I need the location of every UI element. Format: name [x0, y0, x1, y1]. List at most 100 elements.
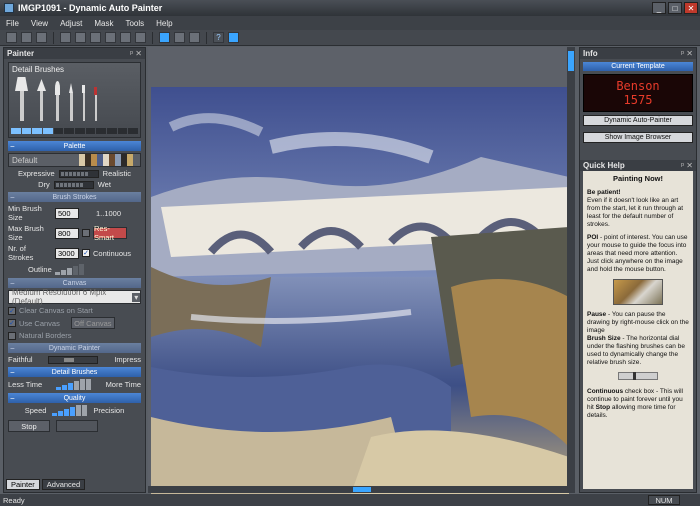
disabled-button[interactable] — [56, 420, 98, 432]
quick-help-heading: Painting Now! — [613, 174, 663, 183]
brush-icon — [55, 81, 60, 121]
copy-icon[interactable] — [60, 32, 71, 43]
dry-label: Dry — [38, 180, 50, 189]
canvas-section-title: Canvas — [62, 279, 87, 287]
quality-section-header[interactable]: − Quality — [8, 393, 141, 403]
template-name: Benson — [616, 79, 660, 93]
dynamic-auto-painter-button[interactable]: Dynamic Auto-Painter — [583, 115, 693, 126]
strokes-row: Nr. of Strokes 3000 ✓ Continuous — [8, 244, 141, 262]
dry-row: Dry Wet — [8, 180, 141, 189]
canvas-area[interactable] — [148, 47, 574, 494]
help-icon[interactable]: ? — [213, 32, 224, 43]
wetness-slider[interactable] — [53, 180, 94, 189]
impress-label: Impress — [114, 355, 141, 364]
painter-tabs: Painter Advanced — [6, 479, 86, 490]
horizontal-scrollbar[interactable] — [148, 486, 568, 493]
off-canvas-button[interactable]: Off Canvas — [70, 317, 115, 329]
menu-adjust[interactable]: Adjust — [60, 19, 82, 28]
num-lock-indicator: NUM — [648, 495, 680, 505]
speed-label: Speed — [24, 406, 47, 415]
maximize-button[interactable]: □ — [668, 2, 682, 14]
close-button[interactable]: ✕ — [684, 2, 698, 14]
natural-borders-row: Natural Borders — [8, 331, 141, 340]
tab-painter[interactable]: Painter — [6, 479, 40, 490]
dynamic-painter-section-title: Dynamic Painter — [48, 344, 101, 352]
canvas-section-header[interactable]: − Canvas — [8, 278, 141, 288]
show-image-browser-button[interactable]: Show Image Browser — [583, 132, 693, 143]
zoom-in-icon[interactable] — [105, 32, 116, 43]
canvas-resolution-select[interactable]: Medium Resolution 6 Mpix (Default) ▾ — [8, 288, 141, 306]
quality-section-title: Quality — [63, 394, 86, 402]
brush-set-box[interactable]: Detail Brushes — [8, 62, 141, 138]
open-icon[interactable] — [21, 32, 32, 43]
min-brush-label: Min Brush Size — [8, 204, 42, 222]
tab-advanced[interactable]: Advanced — [41, 479, 86, 490]
brush-strokes-section-header[interactable]: − Brush Strokes — [8, 192, 141, 202]
status-text: Ready — [3, 495, 25, 505]
natural-borders-checkbox[interactable] — [8, 331, 16, 340]
detail-brushes-section-title: Detail Brushes — [51, 368, 98, 376]
title-bar: IMGP1091 - Dynamic Auto Painter _ □ ✕ — [0, 0, 700, 16]
dynamic-painter-section-header[interactable]: − Dynamic Painter — [8, 343, 141, 353]
help-text: Even if it doesn't look like an art from… — [587, 197, 684, 228]
current-template-label: Current Template — [583, 62, 693, 71]
time-level[interactable] — [56, 379, 92, 390]
continuous-checkbox[interactable]: ✓ — [82, 249, 90, 257]
crop-icon[interactable] — [90, 32, 101, 43]
more-time-label: More Time — [105, 380, 141, 389]
pin-icon[interactable]: ᵖ ✕ — [130, 49, 142, 58]
scroll-thumb[interactable] — [353, 487, 371, 492]
help-bold: Brush Size — [587, 335, 621, 342]
expressive-slider[interactable] — [58, 169, 99, 178]
min-brush-row: Min Brush Size 500 1..1000 — [8, 204, 141, 222]
painting-canvas[interactable] — [151, 87, 569, 494]
clear-canvas-checkbox[interactable]: ✓ — [8, 306, 16, 315]
palette-name: Default — [12, 155, 38, 165]
scroll-thumb[interactable] — [568, 51, 574, 71]
stop-icon[interactable] — [159, 32, 170, 43]
cube-icon[interactable] — [228, 32, 239, 43]
zoom-out-icon[interactable] — [120, 32, 131, 43]
brush-size-dial-image — [618, 372, 658, 380]
menu-view[interactable]: View — [31, 19, 48, 28]
template-led-display: Benson 1575 — [583, 74, 693, 112]
stop-button[interactable]: Stop — [8, 420, 50, 432]
menu-mask[interactable]: Mask — [94, 19, 113, 28]
max-brush-input[interactable]: 800 — [55, 227, 79, 239]
pin-icon[interactable]: ᵖ ✕ — [681, 49, 693, 58]
strokes-label: Nr. of Strokes — [8, 244, 34, 262]
palette-dropdown[interactable]: Default — [8, 153, 141, 167]
use-canvas-checkbox[interactable]: ✓ — [8, 319, 16, 327]
chevron-down-icon: ▾ — [132, 292, 140, 302]
minimize-button[interactable]: _ — [652, 2, 666, 14]
play-icon[interactable] — [174, 32, 185, 43]
res-smart-button[interactable]: Res-Smart — [93, 224, 127, 242]
brush-set-label: Detail Brushes — [12, 65, 65, 74]
menu-bar: File View Adjust Mask Tools Help — [0, 16, 700, 30]
new-icon[interactable] — [6, 32, 17, 43]
painter-panel-header: Painter ᵖ ✕ — [4, 48, 145, 59]
faithful-slider[interactable] — [48, 355, 99, 364]
menu-tools[interactable]: Tools — [125, 19, 144, 28]
fit-icon[interactable] — [135, 32, 146, 43]
toolbar-separator — [53, 31, 54, 44]
menu-help[interactable]: Help — [156, 19, 172, 28]
outline-level[interactable] — [54, 264, 84, 275]
palette-section-header[interactable]: − Palette — [8, 141, 141, 151]
vertical-scrollbar[interactable] — [567, 47, 575, 493]
lock-icon[interactable] — [82, 229, 90, 237]
save-icon[interactable] — [36, 32, 47, 43]
palette-section-title: Palette — [63, 142, 86, 150]
pin-icon[interactable]: ᵖ ✕ — [681, 161, 693, 170]
record-icon[interactable] — [189, 32, 200, 43]
paste-icon[interactable] — [75, 32, 86, 43]
quality-level[interactable] — [52, 405, 88, 416]
strokes-input[interactable]: 3000 — [55, 247, 79, 259]
help-bold: POI — [587, 234, 599, 241]
menu-file[interactable]: File — [6, 19, 19, 28]
wet-label: Wet — [97, 180, 111, 189]
detail-brushes-section-header[interactable]: − Detail Brushes — [8, 367, 141, 377]
painting-image — [151, 87, 569, 494]
canvas-resolution-value: Medium Resolution 6 Mpix (Default) — [12, 288, 107, 306]
min-brush-input[interactable]: 500 — [55, 207, 79, 219]
